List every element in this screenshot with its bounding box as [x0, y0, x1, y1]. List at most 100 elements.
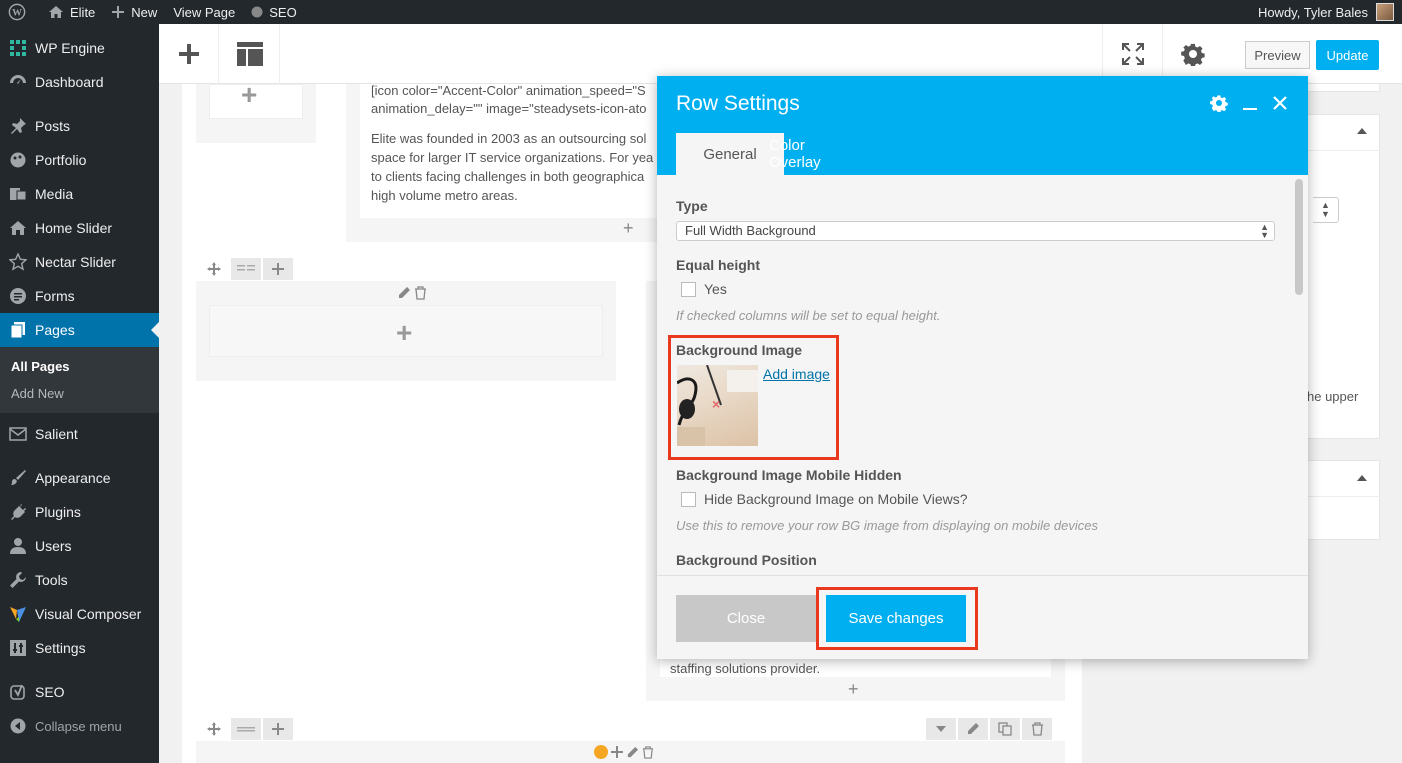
- chevron-up-icon[interactable]: [1357, 128, 1367, 134]
- menu-item-plugins[interactable]: Plugins: [0, 495, 159, 529]
- bg-position-label: Background Position: [676, 552, 817, 568]
- media-icon: [8, 184, 28, 204]
- menu-item-salient[interactable]: Salient: [0, 417, 159, 451]
- menu-item-visual-composer[interactable]: Visual Composer: [0, 597, 159, 631]
- plus-icon[interactable]: [611, 746, 623, 758]
- pencil-icon[interactable]: [958, 718, 988, 740]
- minimize-icon[interactable]: [1242, 95, 1258, 111]
- wordpress-icon: W: [8, 3, 26, 21]
- row-controls: [199, 718, 295, 740]
- menu-label: Pages: [35, 322, 75, 338]
- add-content-plus-icon[interactable]: +: [396, 319, 412, 347]
- columns-icon[interactable]: [231, 258, 261, 280]
- bg-mobile-checkbox[interactable]: [681, 491, 696, 507]
- menu-item-portfolio[interactable]: Portfolio: [0, 143, 159, 177]
- preview-button[interactable]: Preview: [1245, 41, 1310, 69]
- add-element-plus-icon[interactable]: +: [623, 219, 634, 237]
- trash-icon[interactable]: [1022, 718, 1052, 740]
- add-column-icon[interactable]: [263, 718, 293, 740]
- svg-text:W: W: [12, 8, 22, 19]
- menu-item-dashboard[interactable]: Dashboard: [0, 65, 159, 99]
- add-column-icon[interactable]: [263, 258, 293, 280]
- row-block: +: [196, 281, 616, 381]
- menu-label: Dashboard: [35, 74, 104, 90]
- wrench-icon: [8, 570, 28, 590]
- seo-label: SEO: [269, 4, 297, 20]
- trash-icon[interactable]: [642, 745, 654, 759]
- menu-label: Forms: [35, 288, 75, 304]
- background-image-thumbnail[interactable]: ×: [677, 365, 758, 446]
- new-content-link[interactable]: New: [103, 0, 165, 24]
- add-element-plus-icon[interactable]: +: [848, 680, 859, 698]
- submenu-add-new[interactable]: Add New: [0, 380, 159, 407]
- menu-item-pages[interactable]: Pages: [0, 313, 159, 347]
- menu-item-nectar-slider[interactable]: Nectar Slider: [0, 245, 159, 279]
- menu-item-media[interactable]: Media: [0, 177, 159, 211]
- seo-link[interactable]: SEO: [243, 0, 304, 24]
- composer-toolbar: [159, 24, 1402, 84]
- clone-icon[interactable]: [990, 718, 1020, 740]
- menu-item-settings[interactable]: Settings: [0, 631, 159, 665]
- menu-item-forms[interactable]: Forms: [0, 279, 159, 313]
- collapse-icon: [8, 716, 28, 736]
- dashboard-icon: [8, 72, 28, 92]
- add-content-plus-icon[interactable]: +: [241, 81, 257, 109]
- menu-item-users[interactable]: Users: [0, 529, 159, 563]
- close-button[interactable]: Close: [676, 595, 816, 642]
- chevron-down-icon[interactable]: [926, 718, 956, 740]
- equal-height-option[interactable]: Yes: [681, 281, 727, 297]
- bg-mobile-option[interactable]: Hide Background Image on Mobile Views?: [681, 491, 968, 507]
- menu-item-posts[interactable]: Posts: [0, 109, 159, 143]
- tab-general[interactable]: General: [676, 133, 784, 175]
- page-settings-button[interactable]: [1162, 24, 1222, 84]
- tab-color-overlay[interactable]: Color Overlay: [769, 133, 859, 175]
- pencil-icon[interactable]: [626, 746, 639, 759]
- menu-item-tools[interactable]: Tools: [0, 563, 159, 597]
- modal-header: Row Settings General Color Overlay: [657, 76, 1308, 175]
- paragraph-line: to clients facing challenges in both geo…: [371, 169, 645, 184]
- menu-label: Plugins: [35, 504, 81, 520]
- templates-button[interactable]: [220, 24, 280, 84]
- text-block[interactable]: [icon color="Accent-Color" animation_spe…: [360, 83, 666, 218]
- close-icon[interactable]: [1272, 95, 1288, 111]
- menu-label: Appearance: [35, 470, 111, 486]
- gear-icon[interactable]: [1210, 94, 1228, 112]
- site-name-link[interactable]: Elite: [40, 0, 103, 24]
- save-changes-button[interactable]: Save changes: [826, 595, 966, 642]
- plus-icon: [112, 6, 125, 18]
- wordpress-logo[interactable]: W: [0, 0, 40, 24]
- view-page-link[interactable]: View Page: [165, 0, 243, 24]
- menu-item-appearance[interactable]: Appearance: [0, 461, 159, 495]
- trash-icon[interactable]: [414, 286, 427, 300]
- add-element-button[interactable]: [159, 24, 219, 84]
- modal-scrollbar[interactable]: [1295, 179, 1303, 295]
- pencil-icon[interactable]: [397, 286, 411, 300]
- forms-icon: [8, 286, 28, 306]
- select-arrows-icon: ▲ ▼: [1260, 222, 1269, 240]
- select-arrows[interactable]: ▲ ▼: [1313, 197, 1339, 223]
- type-select[interactable]: Full Width Background ▲ ▼: [676, 221, 1275, 241]
- type-label: Type: [676, 198, 708, 214]
- move-icon[interactable]: [199, 258, 229, 280]
- menu-item-seo[interactable]: SEO: [0, 675, 159, 709]
- menu-item-home-slider[interactable]: Home Slider: [0, 211, 159, 245]
- update-button[interactable]: Update: [1316, 40, 1379, 70]
- move-icon[interactable]: [199, 718, 229, 740]
- add-image-link[interactable]: Add image: [763, 366, 830, 382]
- equal-height-checkbox[interactable]: [681, 281, 696, 297]
- chevron-up-icon[interactable]: [1357, 475, 1367, 481]
- account-menu[interactable]: Howdy, Tyler Bales: [1258, 3, 1402, 21]
- row-controls: [199, 258, 295, 280]
- fullscreen-button[interactable]: [1102, 24, 1162, 84]
- collapse-label: Collapse menu: [35, 718, 122, 734]
- modal-header-controls: [1210, 94, 1288, 112]
- columns-icon[interactable]: [231, 718, 261, 740]
- remove-image-icon[interactable]: ×: [712, 396, 720, 412]
- submenu-all-pages[interactable]: All Pages: [0, 353, 159, 380]
- portfolio-icon: [8, 150, 28, 170]
- type-select-value: Full Width Background: [685, 223, 816, 238]
- status-dot-icon: [251, 6, 263, 18]
- collapse-menu-button[interactable]: Collapse menu: [0, 709, 159, 743]
- menu-item-wp-engine[interactable]: WP Engine: [0, 31, 159, 65]
- wpengine-icon: [8, 38, 28, 58]
